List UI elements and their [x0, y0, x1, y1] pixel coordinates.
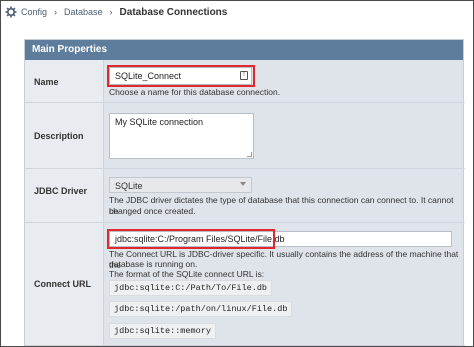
row-divider: [25, 222, 465, 223]
name-help: Choose a name for this database connecti…: [109, 87, 281, 97]
jdbc-driver-select[interactable]: SQLite: [109, 177, 252, 193]
chevron-down-icon: [240, 182, 246, 186]
description-label: Description: [34, 131, 84, 141]
breadcrumb-database[interactable]: Database: [64, 7, 103, 17]
row-divider: [25, 102, 465, 103]
row-divider: [25, 168, 465, 169]
jdbc-driver-label: JDBC Driver: [34, 186, 88, 196]
panel-header: Main Properties: [25, 40, 463, 60]
breadcrumb: Config › Database › Database Connections: [5, 5, 227, 19]
connect-url-highlight: [107, 229, 275, 249]
window-frame: Config › Database › Database Connections…: [0, 0, 474, 347]
jdbc-driver-help-line2: changed once created.: [109, 206, 196, 216]
connect-url-label: Connect URL: [34, 279, 91, 289]
chevron-right-icon: ›: [109, 7, 113, 17]
jdbc-driver-value: SQLite: [115, 181, 143, 191]
label-column: [25, 60, 103, 346]
chevron-right-icon: ›: [54, 7, 58, 17]
breadcrumb-config[interactable]: Config: [21, 7, 47, 17]
connect-url-example: jdbc:sqlite::memory: [109, 323, 216, 339]
main-properties-panel: Main Properties Name SQLite_Connect ! Ch…: [24, 39, 465, 346]
breadcrumb-current: Database Connections: [119, 6, 228, 18]
connect-url-example: jdbc:sqlite:C:/Path/To/File.db: [109, 280, 273, 296]
resize-grip-icon[interactable]: [247, 152, 252, 157]
row-divider: [25, 345, 465, 346]
connect-url-example: jdbc:sqlite:/path/on/linux/File.db: [109, 301, 293, 317]
name-highlight: [107, 65, 255, 87]
connect-url-help-line3: The format of the SQLite connect URL is:: [109, 269, 265, 279]
description-textarea[interactable]: My SQLite connection: [109, 113, 254, 159]
gear-icon: [5, 6, 17, 18]
name-label: Name: [34, 77, 59, 87]
column-divider: [103, 60, 104, 346]
